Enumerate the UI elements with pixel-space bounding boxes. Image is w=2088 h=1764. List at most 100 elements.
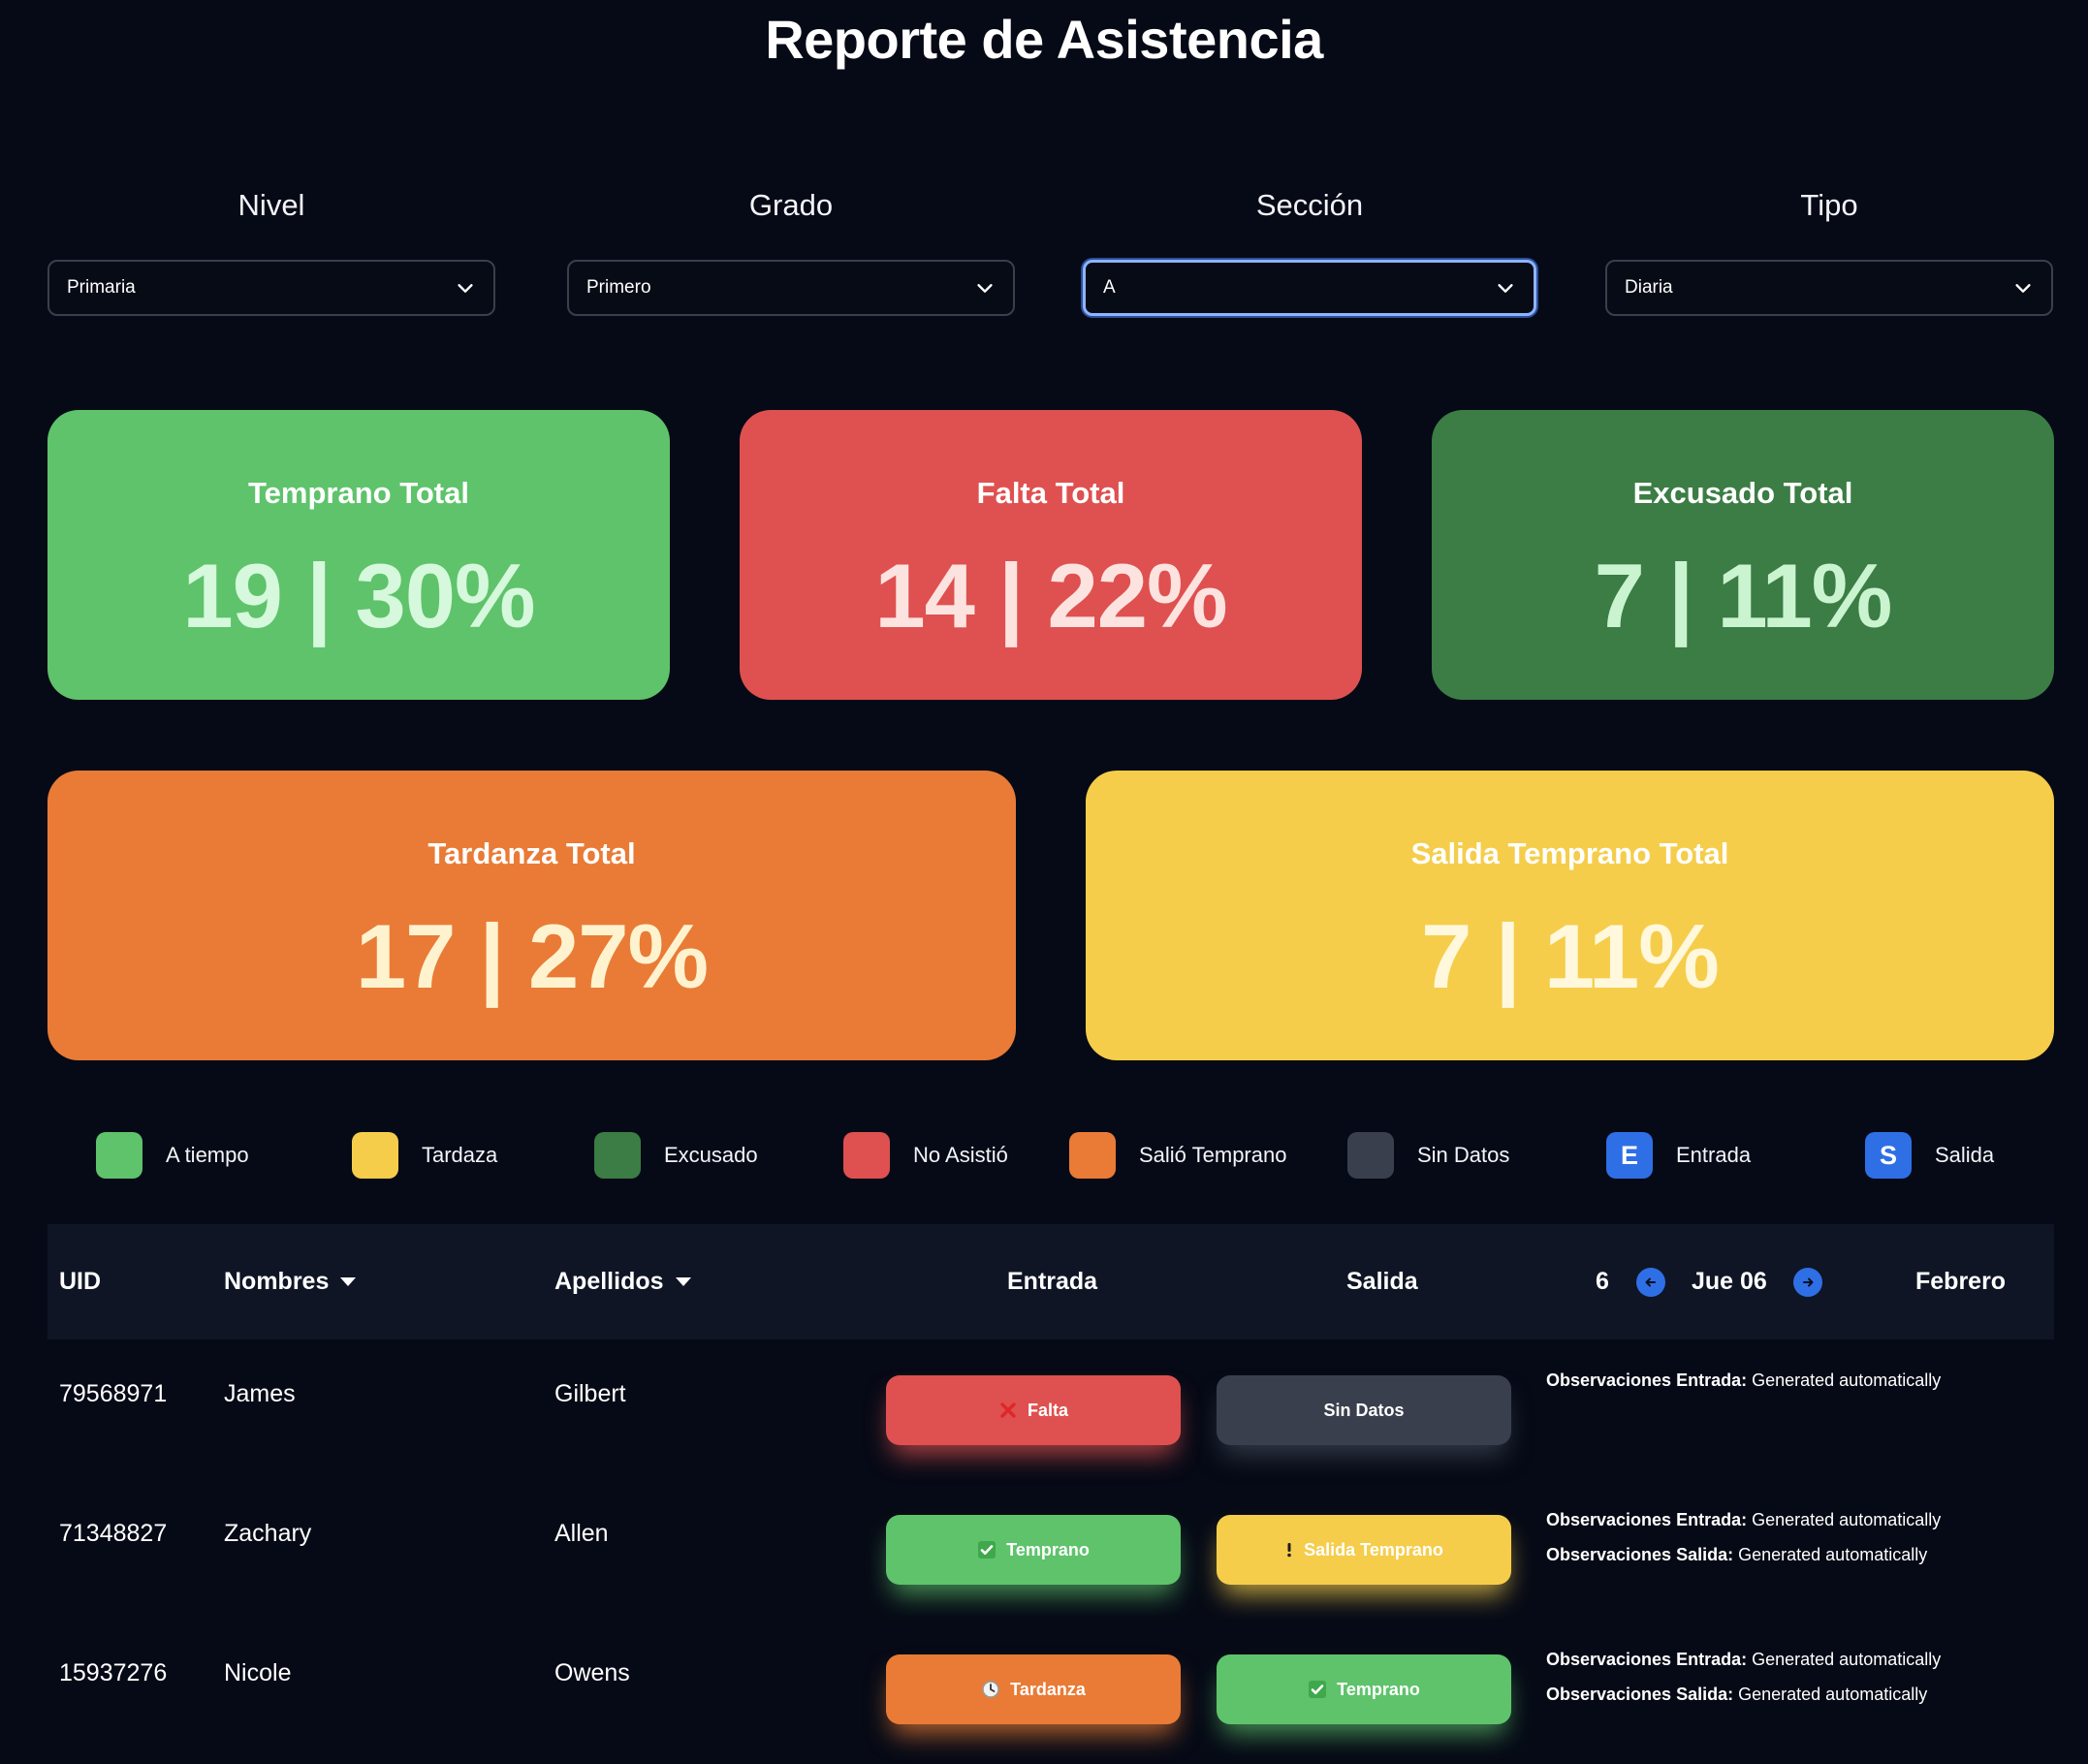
obs-salida-label: Observaciones Salida: xyxy=(1546,1685,1734,1704)
obs-entrada-value: Generated automatically xyxy=(1752,1650,1942,1669)
next-day-button[interactable] xyxy=(1793,1224,1822,1339)
column-header-label: Nombres xyxy=(224,1268,330,1295)
select-tipo[interactable]: Diaria xyxy=(1605,260,2053,316)
legend-swatch xyxy=(1347,1132,1394,1179)
filter-label-seccion: Sección xyxy=(1255,188,1364,222)
observaciones-entrada: Observaciones Entrada: Generated automat… xyxy=(1546,1502,1941,1537)
legend-label: No Asistió xyxy=(913,1143,1008,1167)
select-value-nivel: Primaria xyxy=(67,277,136,298)
caret-down-icon xyxy=(675,1277,691,1286)
legend: A tiempo Tardaza Excusado No Asistió Sal… xyxy=(0,1130,2088,1181)
legend-swatch xyxy=(96,1132,142,1179)
table-header: UID Nombres Apellidos Entrada Salida 6 J… xyxy=(47,1224,2054,1339)
table-row: 15937276 Nicole Owens Tardanza Temprano … xyxy=(47,1642,2054,1764)
cell-uid: 15937276 xyxy=(59,1659,168,1686)
legend-item-a-tiempo: A tiempo xyxy=(96,1130,249,1181)
prev-day-button[interactable] xyxy=(1636,1224,1665,1339)
stat-card-label: Tardanza Total xyxy=(427,836,636,870)
arrow-left-icon xyxy=(1636,1267,1665,1297)
cell-apellido: Gilbert xyxy=(554,1380,626,1407)
obs-entrada-label: Observaciones Entrada: xyxy=(1546,1370,1748,1390)
obs-salida-value: Generated automatically xyxy=(1738,1545,1928,1564)
stat-card-label: Falta Total xyxy=(976,476,1125,510)
table-row: 79568971 James Gilbert Falta Sin Datos O… xyxy=(47,1363,2054,1502)
column-header-uid: UID xyxy=(59,1268,102,1295)
legend-item-salio-temprano: Salió Temprano xyxy=(1069,1130,1286,1181)
legend-label: Entrada xyxy=(1676,1143,1752,1167)
filter-grado: Grado Primero xyxy=(567,184,1015,316)
legend-label: A tiempo xyxy=(166,1143,249,1167)
obs-salida-label: Observaciones Salida: xyxy=(1546,1545,1734,1564)
filter-tipo: Tipo Diaria xyxy=(1605,184,2053,316)
column-header-label: Apellidos xyxy=(554,1268,664,1295)
chevron-down-icon xyxy=(1498,284,1513,293)
exclamation-icon xyxy=(1284,1540,1294,1559)
obs-entrada-label: Observaciones Entrada: xyxy=(1546,1650,1748,1669)
observaciones-salida: Observaciones Salida: Generated automati… xyxy=(1546,1677,1927,1712)
legend-item-no-asistio: No Asistió xyxy=(843,1130,1008,1181)
check-icon xyxy=(977,1540,997,1559)
column-header-apellidos[interactable]: Apellidos xyxy=(554,1224,691,1339)
filter-seccion: Sección A xyxy=(1083,184,1536,316)
obs-entrada-label: Observaciones Entrada: xyxy=(1546,1510,1748,1529)
obs-entrada-value: Generated automatically xyxy=(1752,1370,1942,1390)
filter-label-grado: Grado xyxy=(748,188,834,222)
attendance-report-page: Reporte de Asistencia Nivel Primaria Gra… xyxy=(0,0,2088,1764)
legend-label: Salió Temprano xyxy=(1139,1143,1287,1167)
day-number: 6 xyxy=(1596,1268,1609,1295)
day-label: Jue 06 xyxy=(1692,1268,1767,1295)
cell-apellido: Owens xyxy=(554,1659,630,1686)
legend-label: Salida xyxy=(1935,1143,1995,1167)
caret-down-icon xyxy=(340,1277,357,1286)
stat-card-falta: Falta Total 14 | 22% xyxy=(740,410,1362,700)
page-title: Reporte de Asistencia xyxy=(765,9,1323,70)
month-label: Febrero xyxy=(1915,1268,2007,1295)
column-header-salida: Salida xyxy=(1346,1268,1418,1295)
select-value-grado: Primero xyxy=(586,277,651,298)
legend-item-tardaza: Tardaza xyxy=(352,1130,497,1181)
status-label: Falta xyxy=(1027,1400,1068,1420)
stat-card-value: 19 | 30% xyxy=(182,545,535,646)
check-icon xyxy=(1308,1680,1327,1699)
select-seccion[interactable]: A xyxy=(1083,260,1536,316)
cell-nombre: Nicole xyxy=(224,1659,292,1686)
status-label: Sin Datos xyxy=(1323,1400,1405,1420)
entrada-status-button[interactable]: Temprano xyxy=(886,1515,1181,1585)
select-nivel[interactable]: Primaria xyxy=(47,260,495,316)
observaciones-salida: Observaciones Salida: Generated automati… xyxy=(1546,1537,1927,1572)
stat-card-salida-temprano: Salida Temprano Total 7 | 11% xyxy=(1086,771,2054,1060)
cross-icon xyxy=(998,1401,1018,1420)
select-value-seccion: A xyxy=(1103,277,1116,298)
stat-card-value: 7 | 11% xyxy=(1421,905,1720,1007)
arrow-right-icon xyxy=(1793,1267,1822,1297)
clock-icon xyxy=(981,1680,1000,1699)
filters-bar: Nivel Primaria Grado Primero Sección A T… xyxy=(47,184,2054,320)
salida-status-button[interactable]: Sin Datos xyxy=(1217,1375,1511,1445)
status-label: Salida Temprano xyxy=(1304,1539,1443,1559)
cell-uid: 71348827 xyxy=(59,1520,168,1547)
observaciones-entrada: Observaciones Entrada: Generated automat… xyxy=(1546,1642,1941,1677)
filter-nivel: Nivel Primaria xyxy=(47,184,495,316)
stat-card-tardanza: Tardanza Total 17 | 27% xyxy=(47,771,1016,1060)
salida-status-button[interactable]: Salida Temprano xyxy=(1217,1515,1511,1585)
chevron-down-icon xyxy=(2015,284,2031,293)
stat-card-label: Excusado Total xyxy=(1632,476,1853,510)
salida-status-button[interactable]: Temprano xyxy=(1217,1654,1511,1724)
legend-swatch xyxy=(1069,1132,1116,1179)
legend-label: Tardaza xyxy=(422,1143,498,1167)
table-row: 71348827 Zachary Allen Temprano Salida T… xyxy=(47,1502,2054,1642)
status-label: Temprano xyxy=(1337,1679,1420,1699)
stat-card-value: 17 | 27% xyxy=(355,905,709,1007)
legend-label: Excusado xyxy=(664,1143,758,1167)
legend-swatch xyxy=(594,1132,641,1179)
column-header-nombres[interactable]: Nombres xyxy=(224,1224,357,1339)
entrada-status-button[interactable]: Falta xyxy=(886,1375,1181,1445)
legend-item-sin-datos: Sin Datos xyxy=(1347,1130,1509,1181)
entrada-status-button[interactable]: Tardanza xyxy=(886,1654,1181,1724)
select-grado[interactable]: Primero xyxy=(567,260,1015,316)
filter-label-tipo: Tipo xyxy=(1800,188,1858,222)
stat-card-label: Salida Temprano Total xyxy=(1410,836,1729,870)
stat-card-value: 7 | 11% xyxy=(1594,545,1893,646)
chevron-down-icon xyxy=(458,284,473,293)
column-header-entrada: Entrada xyxy=(1007,1268,1098,1295)
